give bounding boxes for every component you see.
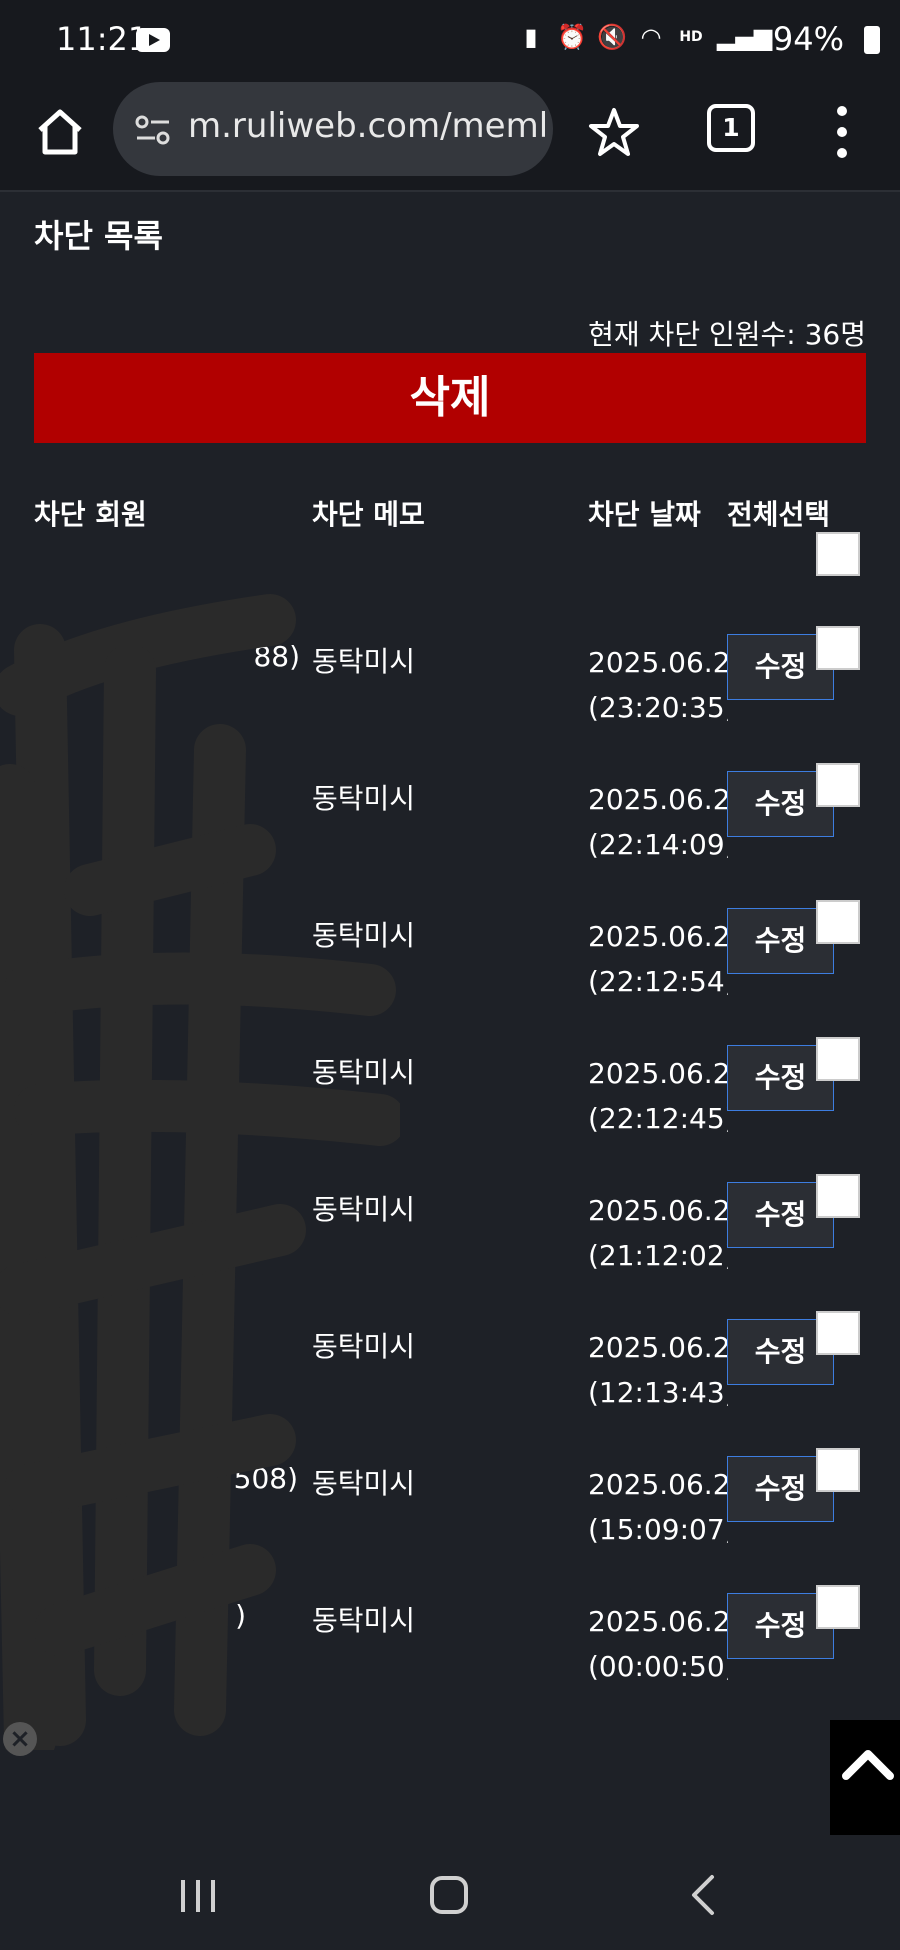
date-cell: 2025.06.2 (00:00:50): [588, 1599, 728, 1689]
column-header-member: 차단 회원: [34, 498, 147, 531]
table-row: 동탁미시 2025.06.2 (12:13:43) 수정: [0, 1311, 900, 1462]
close-icon[interactable]: ×: [3, 1722, 37, 1756]
column-header-select-all: 전체선택: [727, 498, 831, 531]
url-bar[interactable]: m.ruliweb.com/meml: [113, 82, 553, 176]
row-checkbox[interactable]: [816, 763, 860, 807]
memo-cell: 동탁미시: [312, 1467, 416, 1500]
time-text: (22:12:54): [588, 965, 728, 998]
page-title: 차단 목록: [34, 217, 163, 255]
battery-saver-icon: ▮: [524, 23, 538, 51]
memo-cell: 동탁미시: [312, 1056, 416, 1089]
time-text: (12:13:43): [588, 1376, 728, 1409]
table-row: 88) 동탁미시 2025.06.2 (23:20:35) 수정: [0, 626, 900, 777]
tune-icon[interactable]: [133, 110, 173, 150]
date-text: 2025.06.2: [588, 1194, 728, 1227]
row-checkbox[interactable]: [816, 1037, 860, 1081]
table-row: 동탁미시 2025.06.2 (22:12:54) 수정: [0, 900, 900, 1051]
star-icon[interactable]: [584, 102, 644, 162]
block-list-page: 차단 목록 현재 차단 인원수: 36명 삭제 차단 회원 차단 메모 차단 날…: [0, 195, 900, 1795]
member-cell: 508): [233, 1462, 298, 1495]
table-row: 508) 동탁미시 2025.06.2 (15:09:07) 수정: [0, 1448, 900, 1599]
column-header-date: 차단 날짜: [588, 498, 701, 531]
date-text: 2025.06.2: [588, 783, 728, 816]
date-text: 2025.06.2: [588, 1468, 728, 1501]
row-checkbox[interactable]: [816, 900, 860, 944]
wifi-icon: ◠: [640, 23, 662, 51]
mute-icon: 🔇: [597, 23, 627, 51]
date-text: 2025.06.2: [588, 920, 728, 953]
system-nav-bar: [0, 1840, 900, 1950]
date-cell: 2025.06.2 (22:14:09): [588, 777, 728, 867]
signal-icon: ▂▄▆: [717, 23, 773, 51]
home-icon[interactable]: [30, 102, 90, 162]
date-text: 2025.06.2: [588, 646, 728, 679]
chevron-up-icon[interactable]: [830, 1720, 900, 1835]
row-checkbox[interactable]: [816, 1585, 860, 1629]
memo-cell: 동탁미시: [312, 919, 416, 952]
time-text: (15:09:07): [588, 1513, 728, 1546]
row-checkbox[interactable]: [816, 1311, 860, 1355]
alarm-icon: ⏰: [557, 23, 587, 51]
status-time: 11:21: [56, 20, 149, 58]
block-count: 현재 차단 인원수: 36명: [588, 318, 866, 351]
date-cell: 2025.06.2 (23:20:35): [588, 640, 728, 730]
table-row: 동탁미시 2025.06.2 (22:12:45) 수정: [0, 1037, 900, 1188]
hd-voice-icon: HD: [679, 29, 703, 45]
nav-home-icon[interactable]: [430, 1876, 468, 1914]
row-checkbox[interactable]: [816, 1448, 860, 1492]
time-text: (21:12:02): [588, 1239, 728, 1272]
url-text[interactable]: m.ruliweb.com/meml: [188, 106, 548, 146]
back-icon[interactable]: [688, 1874, 718, 1916]
table-row: 동탁미시 2025.06.2 (21:12:02) 수정: [0, 1174, 900, 1325]
memo-cell: 동탁미시: [312, 1193, 416, 1226]
youtube-icon: [136, 28, 170, 52]
select-all-checkbox[interactable]: [816, 532, 860, 576]
recent-apps-icon[interactable]: [178, 1878, 218, 1914]
date-cell: 2025.06.2 (22:12:45): [588, 1051, 728, 1141]
date-text: 2025.06.2: [588, 1057, 728, 1090]
delete-button[interactable]: 삭제: [34, 353, 866, 443]
more-vert-icon[interactable]: [822, 104, 862, 160]
memo-cell: 동탁미시: [312, 645, 416, 678]
time-text: (00:00:50): [588, 1650, 728, 1683]
status-bar: 11:21 ▮ ⏰ 🔇 ◠ HD ▂▄▆ 94%: [0, 0, 900, 80]
column-header-memo: 차단 메모: [312, 498, 425, 531]
date-cell: 2025.06.2 (12:13:43): [588, 1325, 728, 1415]
table-row: ) 동탁미시 2025.06.2 (00:00:50) 수정: [0, 1585, 900, 1736]
table-row: 동탁미시 2025.06.2 (22:14:09) 수정: [0, 763, 900, 914]
date-cell: 2025.06.2 (15:09:07): [588, 1462, 728, 1552]
time-text: (23:20:35): [588, 691, 728, 724]
date-text: 2025.06.2: [588, 1331, 728, 1364]
memo-cell: 동탁미시: [312, 782, 416, 815]
member-cell: 88): [253, 640, 300, 673]
date-cell: 2025.06.2 (22:12:54): [588, 914, 728, 1004]
memo-cell: 동탁미시: [312, 1330, 416, 1363]
date-text: 2025.06.2: [588, 1605, 728, 1638]
time-text: (22:12:45): [588, 1102, 728, 1135]
tabs-button[interactable]: 1: [707, 104, 755, 152]
browser-toolbar: m.ruliweb.com/meml 1: [0, 80, 900, 192]
status-icons: ▮ ⏰ 🔇 ◠ HD ▂▄▆: [517, 22, 773, 52]
memo-cell: 동탁미시: [312, 1604, 416, 1637]
row-checkbox[interactable]: [816, 626, 860, 670]
member-cell: ): [235, 1599, 246, 1632]
date-cell: 2025.06.2 (21:12:02): [588, 1188, 728, 1278]
battery-icon: [864, 26, 880, 54]
row-checkbox[interactable]: [816, 1174, 860, 1218]
battery-percent: 94%: [772, 20, 844, 58]
time-text: (22:14:09): [588, 828, 728, 861]
